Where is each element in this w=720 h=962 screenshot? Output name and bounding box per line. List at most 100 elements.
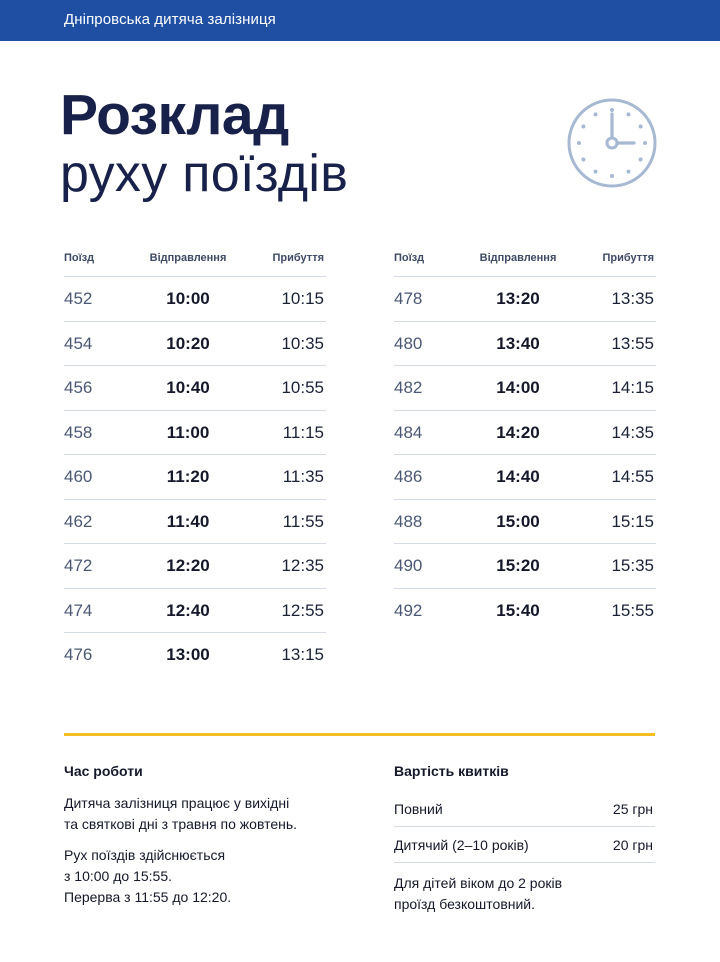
free-travel-note: Для дітей віком до 2 років проїзд безкош… [394,873,655,915]
train-hours-text: Рух поїздів здійснюється з 10:00 до 15:5… [64,845,334,908]
train-number: 490 [394,556,423,575]
header-title: Дніпровська дитяча залізниця [64,11,276,28]
arrival-time: 15:55 [611,600,654,620]
departure-time: 13:00 [166,645,210,664]
train-number: 458 [64,422,93,442]
arrival-time: 11:15 [282,422,324,442]
working-days-text: Дитяча залізниця працює у вихідні та свя… [64,793,334,835]
departure-time: 11:40 [166,511,210,531]
table-row: 454 10:20 10:35 [64,322,326,366]
arrival-time: 13:55 [611,333,654,353]
arrival-time: 13:15 [281,645,324,664]
arrival-time: 14:35 [611,422,654,442]
departure-time: 15:00 [496,511,540,531]
table-row: 486 14:40 14:55 [394,455,656,500]
train-hours-line1: Рух поїздів здійснюється [64,847,226,863]
table-row: 482 14:00 14:15 [394,366,656,411]
departure-time: 14:20 [496,422,540,442]
train-number: 492 [394,600,423,620]
column-header-arrival: Прибуття [602,252,654,264]
price-value: 25 грн [612,801,653,817]
price-label: Дитячий (2–10 років) [394,837,529,853]
departure-time: 10:40 [166,378,210,397]
table-row: 474 12:40 12:55 [64,589,326,633]
price-row: Дитячий (2–10 років) 20 грн [394,827,655,863]
table-row: 478 13:20 13:35 [394,277,656,322]
price-value: 20 грн [612,837,653,853]
arrival-time: 14:15 [611,378,654,397]
table-row: 456 10:40 10:55 [64,366,326,411]
train-number: 480 [394,333,423,353]
table-header: Поїзд Відправлення Прибуття [394,250,656,277]
schedule-table-left: Поїзд Відправлення Прибуття 452 10:00 10:1… [64,250,326,678]
departure-time: 12:20 [166,556,210,575]
departure-time: 12:40 [166,600,210,620]
free-travel-line1: Для дітей віком до 2 років [394,875,563,891]
table-row: 490 15:20 15:35 [394,544,656,589]
page-title-line2: руху поїздів [60,145,349,203]
arrival-time: 10:35 [281,333,324,353]
page-title-line1: Розклад [60,83,289,147]
header-bar: Дніпровська дитяча залізниця [0,0,720,41]
table-row: 488 15:00 15:15 [394,500,656,544]
working-hours-section: Час роботи Дитяча залізниця працює у вих… [64,763,334,908]
table-header: Поїзд Відправлення Прибуття [64,250,326,277]
price-row: Повний 25 грн [394,791,655,827]
departure-time: 11:00 [166,422,210,442]
table-row: 460 11:20 11:35 [64,455,326,500]
arrival-time: 13:35 [611,289,654,308]
ticket-prices-section: Вартість квитків Повний 25 грн Дитячий (… [394,763,655,915]
arrival-time: 12:35 [281,556,324,575]
price-label: Повний [394,801,443,817]
departure-time: 10:00 [166,289,210,308]
column-header-departure: Відправлення [149,252,227,264]
train-number: 482 [394,378,423,397]
departure-time: 15:40 [496,600,540,620]
table-row: 480 13:40 13:55 [394,322,656,366]
train-number: 478 [394,289,423,308]
departure-time: 13:20 [496,289,540,308]
train-number: 462 [64,511,93,531]
train-number: 454 [64,333,93,353]
clock-icon [567,98,657,188]
train-number: 486 [394,467,423,486]
departure-time: 14:40 [496,467,540,486]
ticket-prices-title: Вартість квитків [394,763,509,779]
section-divider [64,733,655,736]
working-days-line2: та святкові дні з травня по жовтень. [64,816,298,832]
table-row: 484 14:20 14:35 [394,411,656,455]
arrival-time: 11:55 [282,511,324,531]
train-number: 474 [64,600,93,620]
table-row: 492 15:40 15:55 [394,589,656,634]
column-header-departure: Відправлення [479,252,557,264]
arrival-time: 10:55 [281,378,324,397]
table-row: 476 13:00 13:15 [64,633,326,678]
column-header-train: Поїзд [64,252,95,264]
arrival-time: 10:15 [281,289,324,308]
working-hours-title: Час роботи [64,763,143,779]
train-hours-line3: Перерва з 11:55 до 12:20. [64,889,232,905]
column-header-train: Поїзд [394,252,425,264]
arrival-time: 11:35 [282,467,324,486]
train-number: 484 [394,422,423,442]
train-number: 460 [64,467,93,486]
arrival-time: 15:35 [611,556,654,575]
table-row: 458 11:00 11:15 [64,411,326,455]
page-title: Розклад руху поїздів [60,84,348,204]
arrival-time: 12:55 [281,600,324,620]
departure-time: 11:20 [166,467,210,486]
departure-time: 13:40 [496,333,540,353]
working-days-line1: Дитяча залізниця працює у вихідні [64,795,290,811]
schedule-table-right: Поїзд Відправлення Прибуття 478 13:20 13:3… [394,250,656,633]
train-number: 452 [64,289,93,308]
table-row: 472 12:20 12:35 [64,544,326,589]
arrival-time: 14:55 [611,467,654,486]
departure-time: 10:20 [166,333,210,353]
train-number: 476 [64,645,93,664]
train-hours-line2: з 10:00 до 15:55. [64,868,173,884]
table-row: 462 11:40 11:55 [64,500,326,544]
train-number: 472 [64,556,93,575]
arrival-time: 15:15 [611,511,654,531]
departure-time: 14:00 [496,378,540,397]
train-number: 456 [64,378,93,397]
